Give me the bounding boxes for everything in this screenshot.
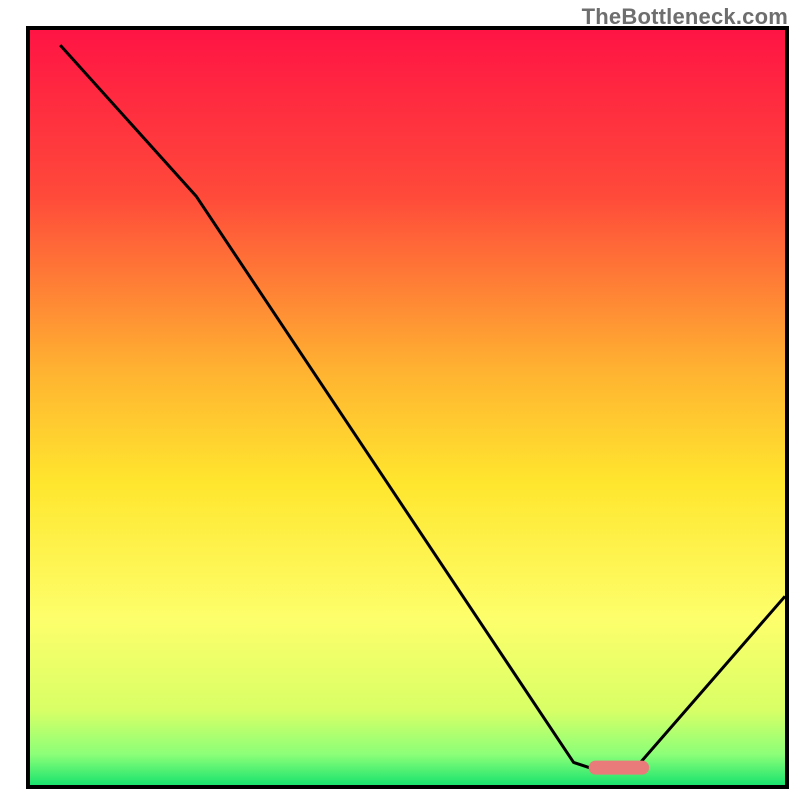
optimal-marker [589, 761, 649, 775]
bottleneck-chart [0, 0, 800, 800]
chart-stage: TheBottleneck.com [0, 0, 800, 800]
chart-background [30, 30, 785, 785]
